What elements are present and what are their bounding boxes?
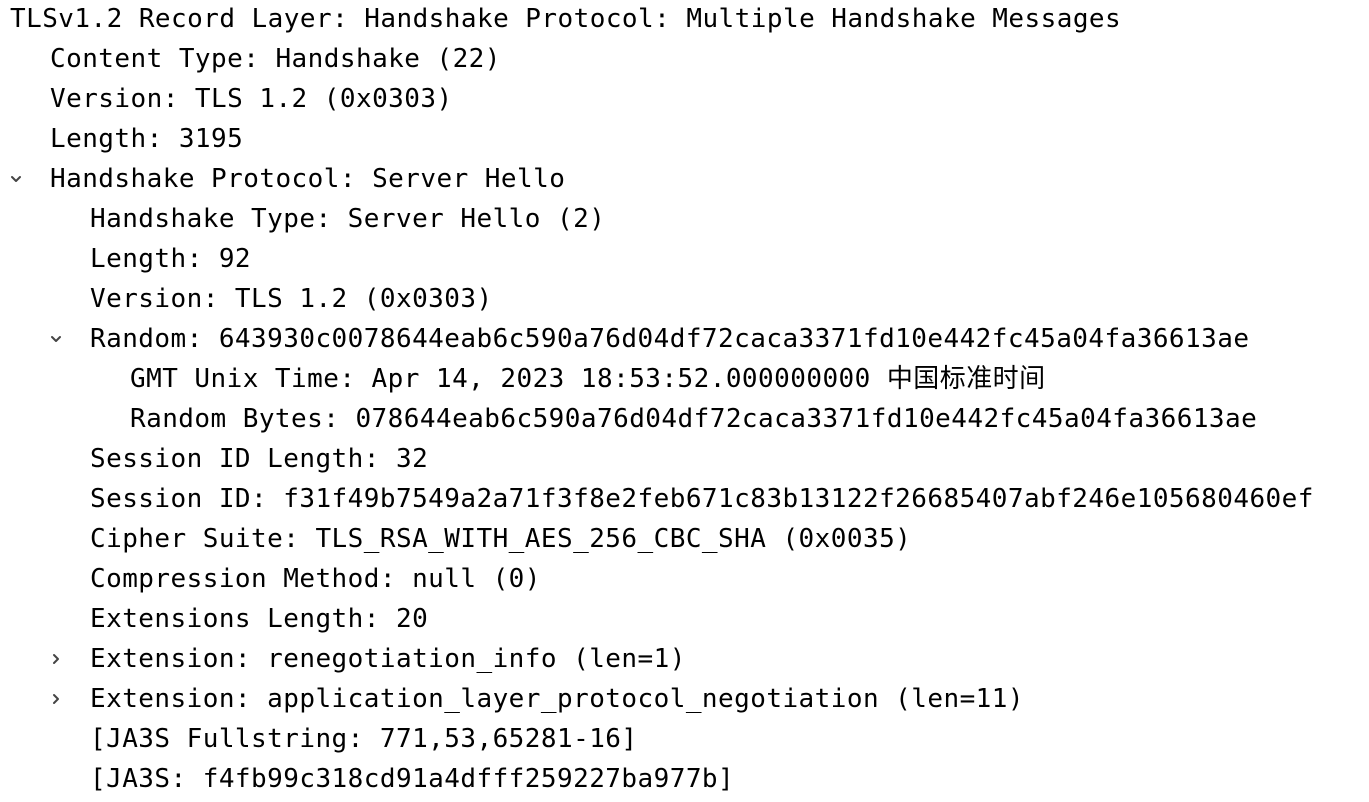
tree-row-label: Cipher Suite: TLS_RSA_WITH_AES_256_CBC_S… (90, 524, 912, 554)
tree-row[interactable]: Length: 3195 (0, 119, 1369, 159)
tree-row-label: Handshake Type: Server Hello (2) (90, 204, 606, 234)
tree-row-label: Random Bytes: 078644eab6c590a76d04df72ca… (130, 404, 1258, 434)
tree-row-label: Extension: application_layer_protocol_ne… (90, 684, 1024, 714)
chevron-right-icon[interactable] (44, 639, 68, 679)
tree-row[interactable]: Random Bytes: 078644eab6c590a76d04df72ca… (0, 399, 1369, 439)
chevron-down-icon[interactable] (44, 319, 68, 359)
tree-row[interactable]: Handshake Type: Server Hello (2) (0, 199, 1369, 239)
tree-row-label: [JA3S Fullstring: 771,53,65281-16] (90, 724, 638, 754)
tree-row-label: Extensions Length: 20 (90, 604, 429, 634)
tree-row-label: Session ID: f31f49b7549a2a71f3f8e2feb671… (90, 484, 1314, 514)
tree-row-label: Handshake Protocol: Server Hello (50, 164, 566, 194)
tree-row[interactable]: GMT Unix Time: Apr 14, 2023 18:53:52.000… (0, 359, 1369, 399)
tree-row-label: Length: 92 (90, 244, 252, 274)
tree-row-label: Version: TLS 1.2 (0x0303) (90, 284, 493, 314)
chevron-right-icon[interactable] (44, 679, 68, 719)
tree-row[interactable]: [JA3S: f4fb99c318cd91a4dfff259227ba977b] (0, 759, 1369, 799)
tree-row[interactable]: Compression Method: null (0) (0, 559, 1369, 599)
tree-row-label: Random: 643930c0078644eab6c590a76d04df72… (90, 324, 1250, 354)
tree-row[interactable]: Session ID Length: 32 (0, 439, 1369, 479)
tree-row-label: Version: TLS 1.2 (0x0303) (50, 84, 453, 114)
tree-row-label: GMT Unix Time: Apr 14, 2023 18:53:52.000… (130, 364, 1046, 394)
tree-row-label: Compression Method: null (0) (90, 564, 541, 594)
tree-row-label: Extension: renegotiation_info (len=1) (90, 644, 686, 674)
tree-row[interactable]: Length: 92 (0, 239, 1369, 279)
tree-row[interactable]: Extensions Length: 20 (0, 599, 1369, 639)
chevron-down-icon[interactable] (4, 159, 28, 199)
tree-row-label: TLSv1.2 Record Layer: Handshake Protocol… (10, 4, 1122, 34)
tree-row[interactable]: Random: 643930c0078644eab6c590a76d04df72… (0, 319, 1369, 359)
tree-row[interactable]: Handshake Protocol: Server Hello (0, 159, 1369, 199)
tree-row[interactable]: Cipher Suite: TLS_RSA_WITH_AES_256_CBC_S… (0, 519, 1369, 559)
tree-row-label: Session ID Length: 32 (90, 444, 429, 474)
tree-row[interactable]: Session ID: f31f49b7549a2a71f3f8e2feb671… (0, 479, 1369, 519)
tree-row-label: [JA3S: f4fb99c318cd91a4dfff259227ba977b] (90, 764, 735, 794)
tree-row[interactable]: Extension: renegotiation_info (len=1) (0, 639, 1369, 679)
tree-row-label: Length: 3195 (50, 124, 244, 154)
tree-row-label: Content Type: Handshake (22) (50, 44, 501, 74)
tree-row[interactable]: Version: TLS 1.2 (0x0303) (0, 79, 1369, 119)
tree-row[interactable]: Extension: application_layer_protocol_ne… (0, 679, 1369, 719)
tree-row[interactable]: Content Type: Handshake (22) (0, 39, 1369, 79)
tree-row[interactable]: TLSv1.2 Record Layer: Handshake Protocol… (0, 0, 1369, 39)
tree-row[interactable]: [JA3S Fullstring: 771,53,65281-16] (0, 719, 1369, 759)
tree-row[interactable]: Version: TLS 1.2 (0x0303) (0, 279, 1369, 319)
